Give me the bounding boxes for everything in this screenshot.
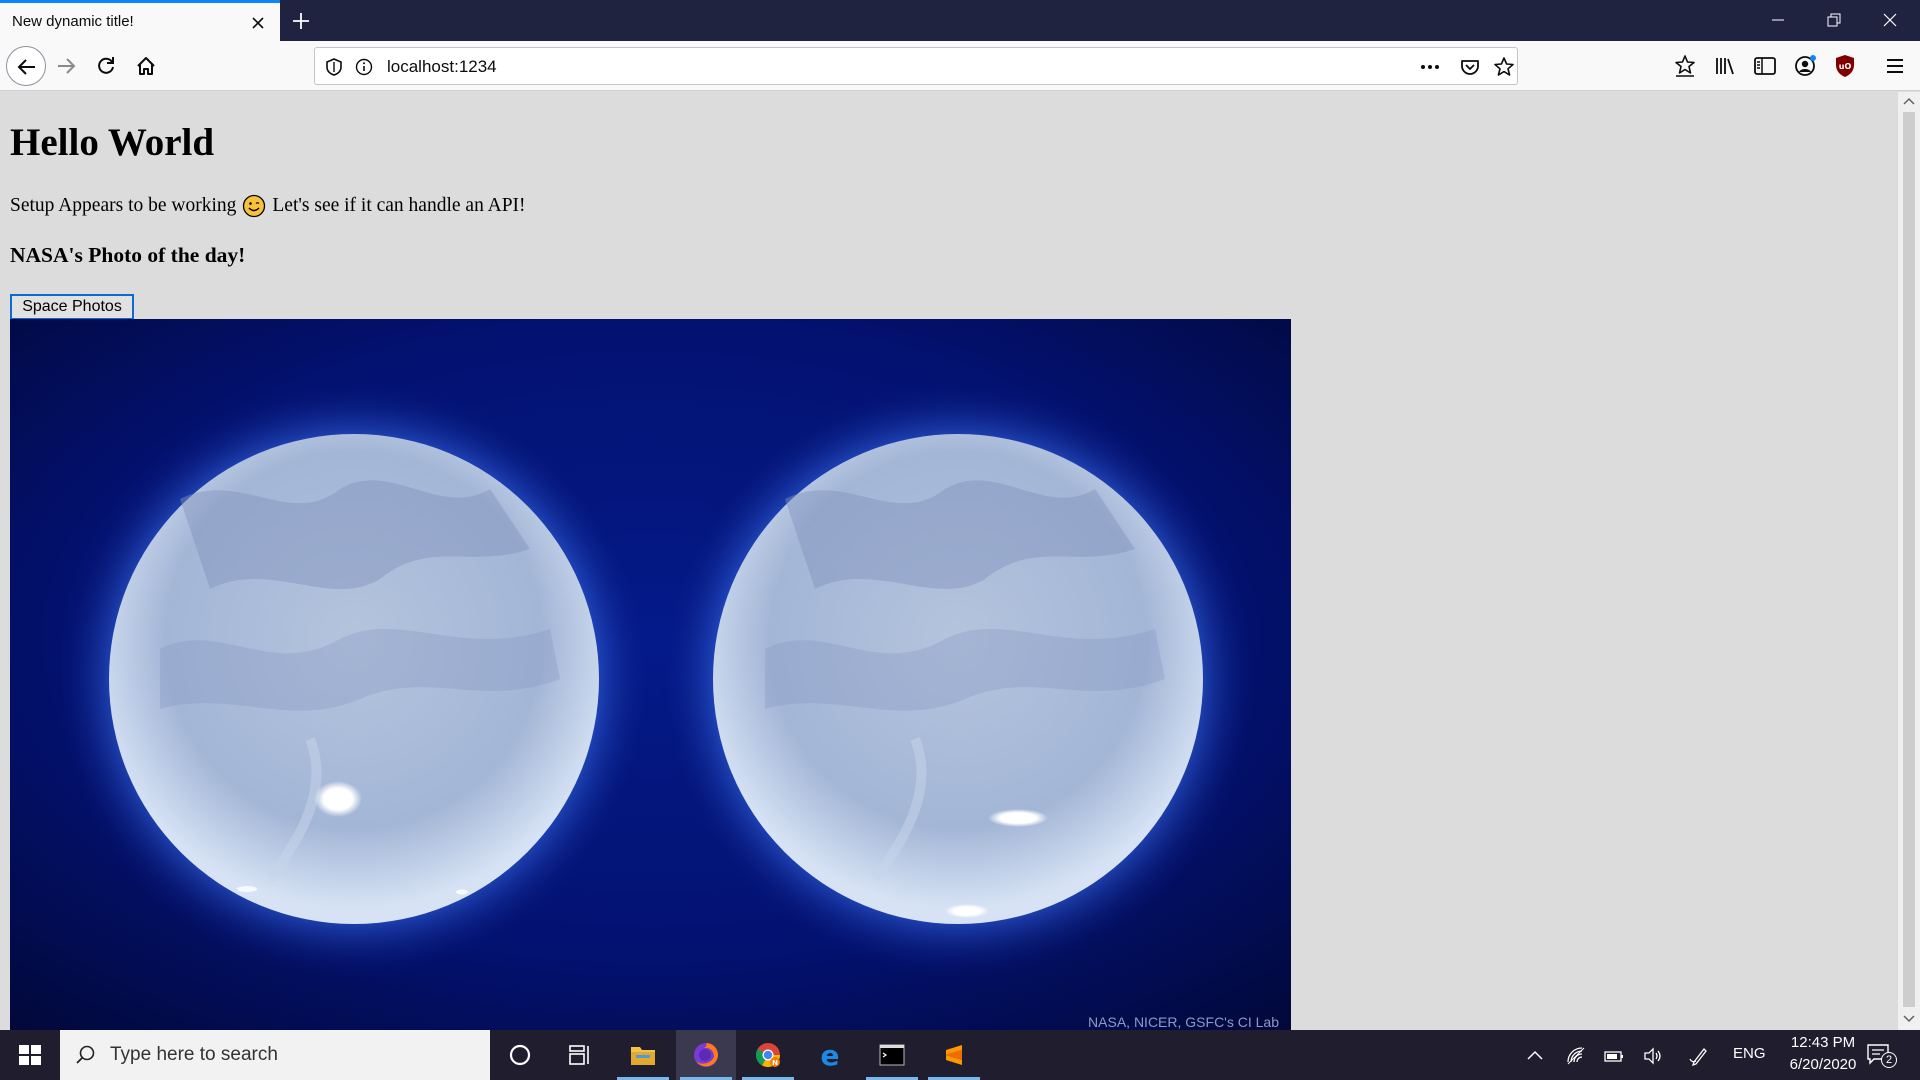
hamburger-menu-icon[interactable] [1881, 52, 1909, 80]
clock-time[interactable]: 12:43 PM [1768, 1034, 1878, 1051]
scroll-down-icon[interactable] [1898, 1010, 1920, 1028]
minimize-icon[interactable] [1750, 0, 1806, 41]
show-hidden-icons-chevron-icon[interactable] [1524, 1045, 1546, 1067]
new-tab-icon[interactable] [286, 6, 316, 36]
intro-text-after: Let's see if it can handle an API! [272, 195, 526, 216]
input-language[interactable]: ENG [1733, 1045, 1766, 1062]
taskbar-search-box[interactable]: Type here to search [60, 1030, 490, 1080]
battery-icon[interactable] [1603, 1045, 1625, 1067]
nasa-photo-of-the-day-image: NASA, NICER, GSFC's CI Lab [10, 319, 1291, 1030]
page-actions-menu-icon[interactable] [1419, 56, 1441, 78]
clock-date[interactable]: 6/20/2020 [1768, 1056, 1878, 1073]
intro-paragraph: Setup Appears to be working Let's see if… [10, 194, 526, 218]
restore-icon[interactable] [1806, 0, 1862, 41]
file-explorer-icon[interactable] [613, 1030, 673, 1080]
sidebar-icon[interactable] [1751, 52, 1779, 80]
action-center-icon[interactable]: 2 [1866, 1042, 1897, 1070]
vertical-scrollbar[interactable] [1898, 92, 1920, 1030]
svg-text:N: N [772, 1059, 778, 1067]
sublime-text-icon[interactable] [924, 1030, 984, 1080]
page-content: Hello World Setup Appears to be working … [0, 92, 1898, 1030]
navigation-toolbar: localhost:1234 uO [0, 41, 1920, 91]
page-heading: Hello World [10, 121, 215, 164]
svg-text:e: e [821, 1041, 840, 1069]
notification-count-badge: 2 [1881, 1052, 1897, 1068]
ublock-origin-icon[interactable]: uO [1831, 52, 1859, 80]
close-tab-icon[interactable] [247, 12, 269, 34]
pen-workspace-icon[interactable] [1688, 1045, 1710, 1067]
browser-tab[interactable]: New dynamic title! [0, 0, 280, 41]
back-icon[interactable] [6, 46, 46, 86]
image-credit: NASA, NICER, GSFC's CI Lab [1088, 1014, 1279, 1030]
photo-section-heading: NASA's Photo of the day! [10, 243, 246, 267]
svg-text:uO: uO [1839, 62, 1852, 71]
bookmark-star-icon[interactable] [1493, 56, 1515, 78]
tab-title: New dynamic title! [12, 13, 134, 30]
reload-icon[interactable] [88, 48, 124, 84]
library-icon[interactable] [1711, 52, 1739, 80]
account-icon[interactable] [1791, 52, 1819, 80]
network-icon[interactable] [1565, 1045, 1587, 1067]
scroll-up-icon[interactable] [1898, 92, 1920, 110]
home-icon[interactable] [128, 48, 164, 84]
windows-taskbar: Type here to search N e ENG 12:43 PM 6/2… [0, 1030, 1920, 1080]
intro-text-before: Setup Appears to be working [10, 195, 237, 216]
volume-icon[interactable] [1642, 1045, 1664, 1067]
search-placeholder: Type here to search [110, 1044, 278, 1065]
chrome-icon[interactable]: N [738, 1030, 798, 1080]
terminal-icon[interactable] [862, 1030, 922, 1080]
tracking-protection-shield-icon[interactable] [323, 56, 345, 78]
address-bar[interactable]: localhost:1234 [314, 47, 1518, 85]
url-text[interactable]: localhost:1234 [387, 57, 497, 77]
cortana-icon[interactable] [490, 1030, 550, 1080]
search-icon [76, 1045, 95, 1064]
title-bar: New dynamic title! [0, 0, 1920, 41]
smiling-face-icon [242, 194, 266, 218]
pocket-icon[interactable] [1459, 56, 1481, 78]
windows-start-icon[interactable] [0, 1030, 60, 1080]
edge-icon[interactable]: e [800, 1030, 860, 1080]
close-window-icon[interactable] [1862, 0, 1918, 41]
reading-list-star-icon[interactable] [1671, 52, 1699, 80]
space-photos-button[interactable]: Space Photos [10, 294, 134, 320]
firefox-icon[interactable] [676, 1030, 736, 1080]
site-info-icon[interactable] [353, 56, 375, 78]
scrollbar-thumb[interactable] [1903, 112, 1915, 1007]
forward-icon[interactable] [48, 48, 84, 84]
task-view-icon[interactable] [550, 1030, 610, 1080]
